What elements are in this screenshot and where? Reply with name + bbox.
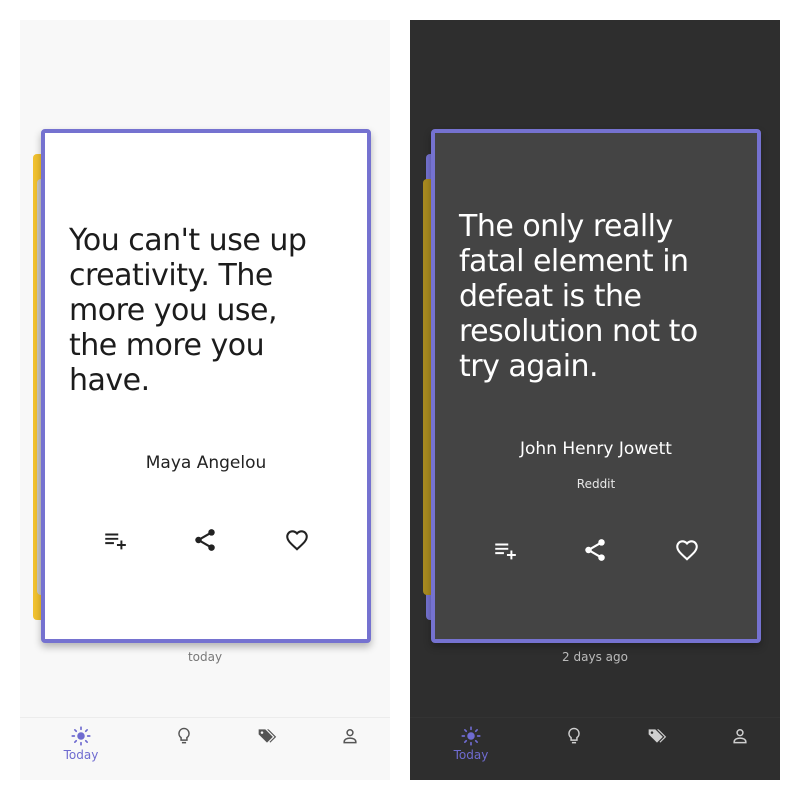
share-icon	[195, 529, 215, 551]
quote-timestamp: today	[187, 650, 223, 664]
person-icon	[343, 729, 357, 744]
share-icon	[585, 539, 605, 561]
bottom-navigation: Today	[20, 717, 390, 780]
quote-text: You can't use up creativity. The more yo…	[69, 223, 355, 398]
quote-source: Reddit	[576, 477, 616, 491]
share-button[interactable]	[190, 525, 220, 555]
heart-icon	[676, 540, 698, 561]
sun-icon	[71, 726, 91, 746]
nav-today[interactable]: Today	[56, 726, 106, 770]
quote-line: try again.	[459, 349, 599, 384]
quote-line: The only really	[459, 209, 673, 244]
person-icon	[733, 729, 747, 744]
share-button[interactable]	[580, 535, 610, 565]
dark-theme-screen: The only really fatal element in defeat …	[410, 20, 780, 780]
quote-line: more you use,	[69, 293, 278, 328]
quote-card[interactable]: The only really fatal element in defeat …	[431, 129, 761, 643]
add-to-playlist-icon	[105, 533, 126, 550]
quote-actions	[45, 525, 367, 555]
nav-today-label: Today	[63, 748, 99, 762]
quote-line: creativity. The	[69, 258, 273, 293]
nav-ideas[interactable]	[549, 726, 599, 770]
quote-line: You can't use up	[69, 223, 307, 258]
nav-profile[interactable]	[715, 726, 765, 770]
quote-line: resolution not to	[459, 314, 698, 349]
nav-profile[interactable]	[325, 726, 375, 770]
tags-icon	[648, 729, 667, 743]
quote-line: defeat is the	[459, 279, 642, 314]
quote-author: John Henry Jowett	[520, 439, 672, 459]
quote-actions	[435, 535, 757, 565]
quote-text: The only really fatal element in defeat …	[459, 209, 745, 384]
quote-timestamp: 2 days ago	[562, 650, 628, 664]
lightbulb-icon	[568, 727, 580, 744]
nav-ideas[interactable]	[159, 726, 209, 770]
quote-line: the more you	[69, 328, 265, 363]
tags-icon	[258, 729, 277, 743]
quote-author: Maya Angelou	[145, 453, 267, 473]
nav-tags[interactable]	[242, 726, 292, 770]
add-to-playlist-icon	[495, 543, 516, 560]
add-to-playlist-button[interactable]	[100, 525, 130, 555]
nav-today[interactable]: Today	[446, 726, 496, 770]
favorite-button[interactable]	[282, 525, 312, 555]
heart-icon	[286, 530, 308, 551]
nav-tags[interactable]	[632, 726, 682, 770]
nav-today-label: Today	[453, 748, 489, 762]
quote-card[interactable]: You can't use up creativity. The more yo…	[41, 129, 371, 643]
bottom-navigation: Today	[410, 717, 780, 780]
add-to-playlist-button[interactable]	[490, 535, 520, 565]
sun-icon	[461, 726, 481, 746]
favorite-button[interactable]	[672, 535, 702, 565]
lightbulb-icon	[178, 727, 190, 744]
quote-line: fatal element in	[459, 244, 689, 279]
quote-line: have.	[69, 363, 150, 398]
light-theme-screen: You can't use up creativity. The more yo…	[20, 20, 390, 780]
